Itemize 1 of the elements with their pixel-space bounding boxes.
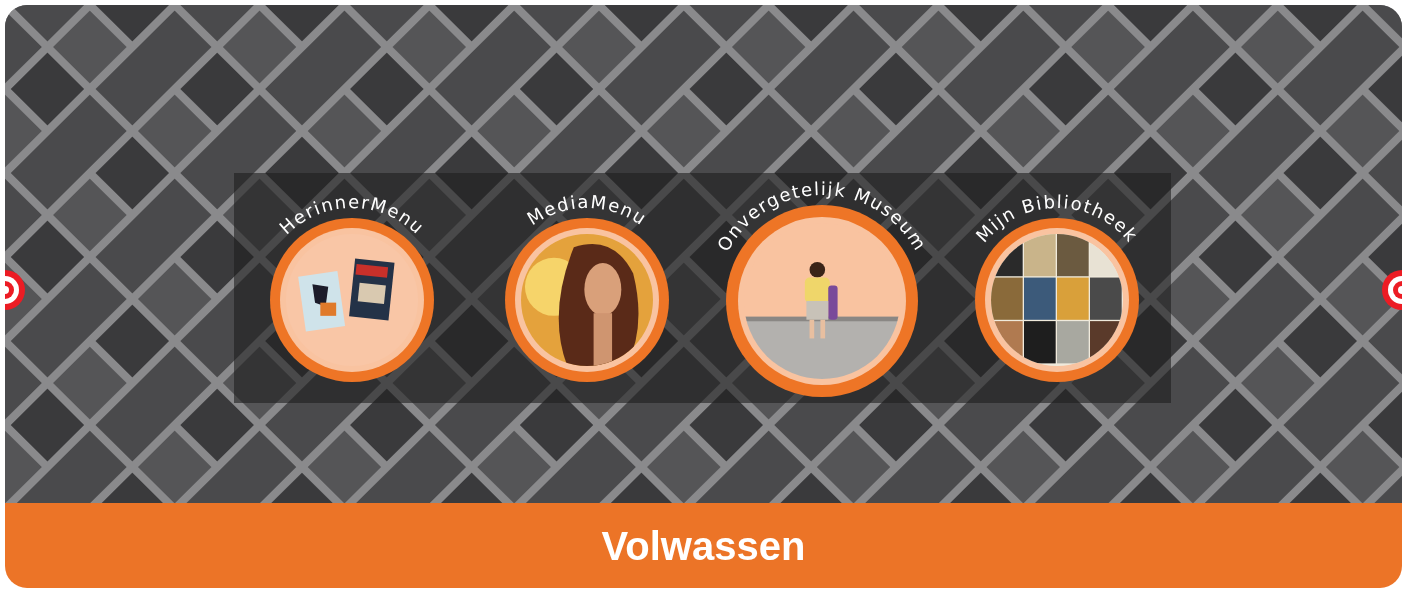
footer-title: Volwassen bbox=[601, 522, 806, 570]
